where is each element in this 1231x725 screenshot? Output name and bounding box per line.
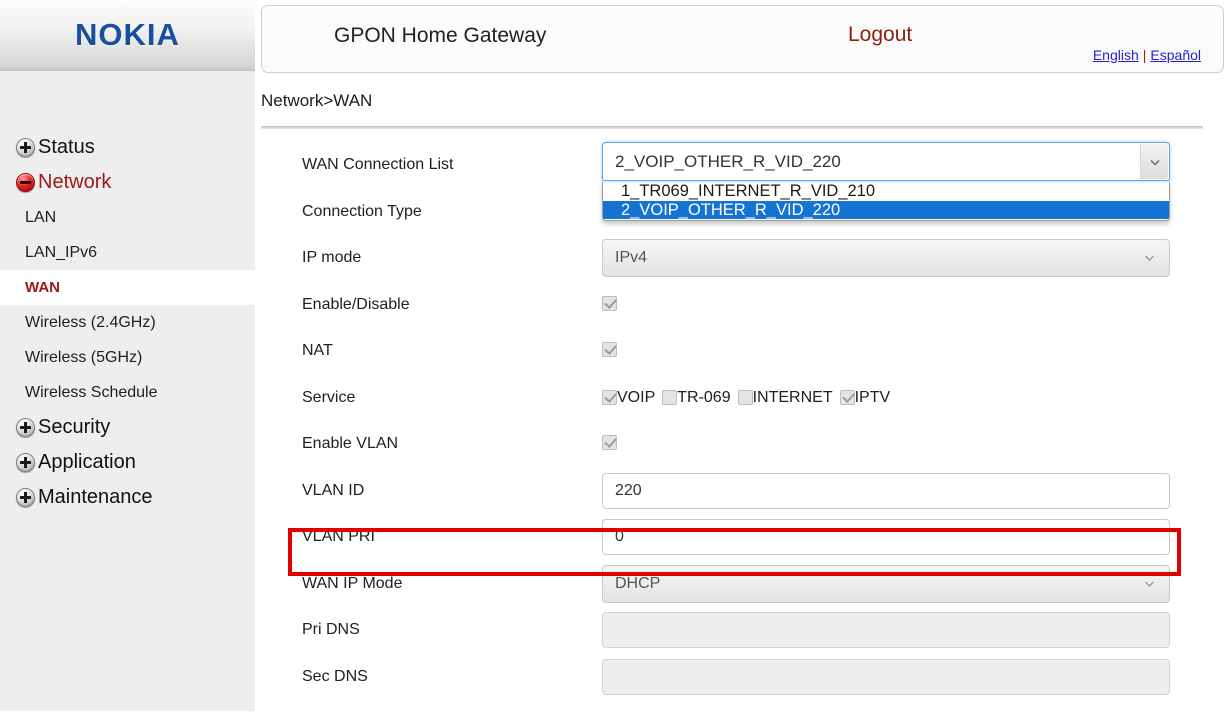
ip-mode-row: IP mode IPv4	[255, 235, 1231, 282]
service-iptv-label: IPTV	[854, 388, 891, 406]
sidebar-item-network[interactable]: Network	[0, 165, 255, 200]
vlan-id-label: VLAN ID	[302, 481, 365, 499]
vlan-id-row: VLAN ID	[255, 468, 1231, 515]
sidebar-item-label: Security	[38, 416, 111, 438]
service-tr069-checkbox[interactable]	[662, 390, 678, 406]
pri-dns-row: Pri DNS	[255, 607, 1231, 654]
sidebar-item-label: Wireless Schedule	[25, 383, 158, 401]
enable-vlan-checkbox[interactable]	[602, 435, 617, 451]
language-espanol-link[interactable]: Español	[1150, 47, 1201, 63]
language-english-link[interactable]: English	[1093, 47, 1139, 63]
sidebar-item-lan-ipv6[interactable]: LAN_IPv6	[0, 235, 255, 270]
sidebar-nav: Status Network LAN LAN_IPv6 WAN Wireless…	[0, 71, 255, 711]
service-label: Service	[302, 388, 356, 406]
plus-orb-icon	[16, 418, 35, 437]
sidebar-item-application[interactable]: Application	[0, 445, 255, 480]
sidebar-item-lan[interactable]: LAN	[0, 200, 255, 235]
connection-type-label: Connection Type	[302, 202, 422, 220]
wan-ip-mode-label: WAN IP Mode	[302, 574, 403, 592]
chevron-down-icon	[1144, 253, 1155, 264]
sidebar-item-wan[interactable]: WAN	[0, 270, 255, 305]
service-voip-checkbox[interactable]	[602, 390, 617, 406]
sidebar-item-wireless-schedule[interactable]: Wireless Schedule	[0, 375, 255, 410]
chevron-down-icon[interactable]	[1140, 144, 1168, 179]
vlan-pri-row: VLAN PRI	[255, 514, 1231, 561]
ip-mode-value: IPv4	[615, 249, 648, 267]
language-separator: |	[1142, 47, 1147, 63]
nat-checkbox[interactable]	[602, 342, 617, 358]
brand-logo-band: NOKIA	[0, 0, 255, 71]
sidebar-item-label: Status	[38, 136, 95, 158]
wan-connection-list-field[interactable]: 2_VOIP_OTHER_R_VID_220	[602, 142, 1170, 181]
plus-orb-icon	[16, 488, 35, 507]
language-switcher: English | Español	[1093, 47, 1201, 63]
sidebar: NOKIA Status Network LAN LAN_IPv6 WAN Wi…	[0, 0, 255, 725]
enable-vlan-row: Enable VLAN	[255, 421, 1231, 468]
vlan-pri-input[interactable]	[602, 519, 1170, 556]
service-row: Service VOIP TR-069 INTERNET IPTV	[255, 375, 1231, 422]
sidebar-item-label: Network	[38, 171, 112, 193]
sidebar-item-label: WAN	[25, 279, 60, 296]
wan-connection-list-label: WAN Connection List	[302, 156, 454, 174]
sidebar-item-security[interactable]: Security	[0, 410, 255, 445]
chevron-down-icon	[1144, 578, 1155, 589]
enable-vlan-label: Enable VLAN	[302, 435, 399, 453]
wan-settings-form: WAN Connection List Connection Type IP m…	[255, 142, 1231, 700]
sidebar-item-status[interactable]: Status	[0, 130, 255, 165]
page-header: GPON Home Gateway Logout English | Español	[261, 5, 1224, 73]
wan-ip-mode-row: WAN IP Mode DHCP	[255, 561, 1231, 608]
page-title: GPON Home Gateway	[334, 24, 547, 47]
sidebar-item-wireless-5ghz[interactable]: Wireless (5GHz)	[0, 340, 255, 375]
nokia-logo: NOKIA	[75, 17, 180, 52]
pri-dns-label: Pri DNS	[302, 621, 360, 639]
sidebar-item-wireless-24ghz[interactable]: Wireless (2.4GHz)	[0, 305, 255, 340]
sidebar-item-label: LAN_IPv6	[25, 243, 98, 261]
sidebar-item-label: Maintenance	[38, 486, 153, 508]
service-voip-label: VOIP	[617, 388, 656, 406]
sidebar-item-label: Application	[38, 451, 136, 473]
pri-dns-input[interactable]	[602, 612, 1170, 649]
wan-connection-list-options[interactable]: 1_TR069_INTERNET_R_VID_210 2_VOIP_OTHER_…	[602, 182, 1170, 221]
wan-ip-mode-value: DHCP	[615, 574, 661, 592]
sidebar-item-label: Wireless (2.4GHz)	[25, 313, 156, 331]
service-internet-checkbox[interactable]	[737, 390, 753, 406]
sidebar-item-label: Wireless (5GHz)	[25, 348, 143, 366]
vlan-id-input[interactable]	[602, 472, 1170, 509]
ip-mode-select[interactable]: IPv4	[602, 239, 1170, 278]
nat-label: NAT	[302, 342, 333, 360]
enable-disable-label: Enable/Disable	[302, 295, 410, 313]
vlan-pri-label: VLAN PRI	[302, 528, 375, 546]
sec-dns-label: Sec DNS	[302, 667, 368, 685]
plus-orb-icon	[16, 453, 35, 472]
list-item[interactable]: 2_VOIP_OTHER_R_VID_220	[603, 200, 1169, 219]
plus-orb-icon	[16, 138, 35, 157]
sec-dns-input[interactable]	[602, 658, 1170, 695]
main-content: GPON Home Gateway Logout English | Español…	[255, 0, 1231, 725]
service-iptv-checkbox[interactable]	[839, 390, 855, 406]
enable-disable-checkbox[interactable]	[602, 295, 617, 311]
sidebar-item-maintenance[interactable]: Maintenance	[0, 480, 255, 515]
list-item[interactable]: 1_TR069_INTERNET_R_VID_210	[603, 182, 1169, 201]
service-internet-label: INTERNET	[752, 388, 833, 406]
minus-orb-icon	[16, 173, 35, 192]
logout-button[interactable]: Logout	[848, 23, 912, 47]
wan-connection-list-combobox[interactable]: 2_VOIP_OTHER_R_VID_220 1_TR069_INTERNET_…	[602, 142, 1170, 221]
nat-row: NAT	[255, 328, 1231, 375]
ip-mode-label: IP mode	[302, 249, 362, 267]
sidebar-item-label: LAN	[25, 208, 57, 226]
enable-disable-row: Enable/Disable	[255, 282, 1231, 329]
header-divider	[261, 126, 1203, 129]
wan-connection-list-value: 2_VOIP_OTHER_R_VID_220	[615, 151, 841, 171]
breadcrumb: Network>WAN	[261, 91, 373, 110]
sec-dns-row: Sec DNS	[255, 654, 1231, 701]
service-checkbox-group: VOIP TR-069 INTERNET IPTV	[602, 389, 1170, 407]
service-tr069-label: TR-069	[677, 388, 731, 406]
wan-ip-mode-select[interactable]: DHCP	[602, 564, 1170, 603]
